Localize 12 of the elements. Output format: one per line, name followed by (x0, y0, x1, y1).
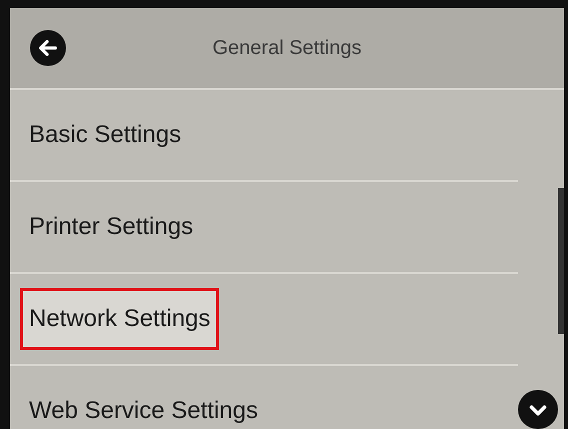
menu-item-label: Basic Settings (28, 120, 182, 150)
menu-item[interactable]: Web Service Settings (10, 366, 518, 429)
scroll-down-button[interactable] (518, 390, 558, 429)
back-button[interactable] (30, 30, 66, 66)
menu-item-label: Network Settings (20, 288, 220, 350)
menu-item-label: Web Service Settings (28, 396, 259, 426)
menu-item[interactable]: Basic Settings (10, 90, 518, 182)
screen-title: General Settings (212, 36, 362, 61)
menu-item[interactable]: Network Settings (10, 274, 518, 366)
left-arrow-icon (37, 37, 59, 59)
menu-item-label: Printer Settings (28, 212, 194, 242)
menu-item[interactable]: Printer Settings (10, 182, 518, 274)
